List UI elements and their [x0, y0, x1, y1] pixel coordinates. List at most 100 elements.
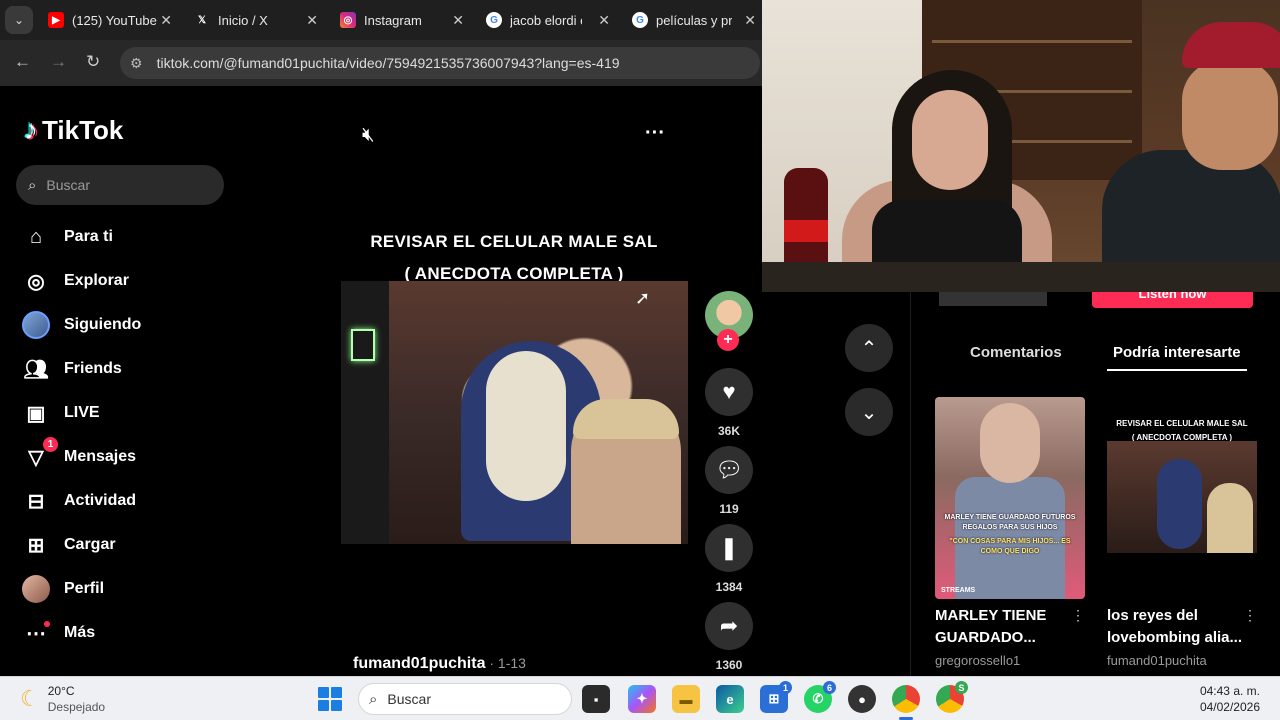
webcam-overlay	[762, 0, 1280, 292]
heart-icon[interactable]: ♥	[705, 368, 753, 416]
compass-icon: ◎	[27, 270, 45, 293]
close-tab-icon[interactable]: ✕	[744, 12, 756, 29]
weather-widget[interactable]: ☾ 20°C Despejado	[20, 683, 105, 715]
windows-taskbar: ☾ 20°C Despejado ⌕ ▪ ✦ ▬ e ⊞1 ✆6 ● S 04:…	[0, 676, 1280, 720]
messages-icon: ▽ 1	[22, 437, 58, 471]
tab-instagram[interactable]: ◎ Instagram ✕	[340, 6, 464, 34]
card-title[interactable]: MARLEY TIENE GUARDADO...	[935, 605, 1073, 649]
save-action[interactable]: ❚ 1384	[705, 524, 753, 594]
bookmark-icon[interactable]: ❚	[705, 524, 753, 572]
tab-x[interactable]: 𝕏 Inicio / X ✕	[194, 6, 318, 34]
tiktok-search-box[interactable]: ⌕	[16, 165, 224, 205]
following-avatar-icon	[22, 311, 50, 339]
mute-icon[interactable]: 🔇︎	[362, 124, 375, 147]
video-author[interactable]: fumand01puchita · 1-13	[353, 655, 526, 673]
follow-plus-icon[interactable]: +	[717, 329, 739, 351]
youtube-icon: ▶	[48, 12, 64, 28]
edge-icon[interactable]: e	[716, 685, 744, 713]
card-title[interactable]: los reyes del lovebombing alia...	[1107, 605, 1245, 649]
close-tab-icon[interactable]: ✕	[598, 12, 610, 29]
upload-icon: ⊞	[27, 534, 45, 557]
nav-perfil[interactable]: Perfil	[22, 574, 104, 604]
tab-google-peliculas[interactable]: G películas y pro ✕	[632, 6, 756, 34]
google-icon: G	[486, 12, 502, 28]
like-action[interactable]: ♥ 36K	[705, 368, 753, 438]
tab-search-menu-button[interactable]: ⌄	[5, 6, 33, 34]
windows-start-icon[interactable]	[318, 687, 342, 711]
back-arrow-icon[interactable]: ←	[14, 52, 31, 72]
chevron-up-icon: ⌃	[860, 337, 878, 360]
save-count: 1384	[715, 580, 743, 594]
file-explorer-icon[interactable]: ▬	[672, 685, 700, 713]
chrome-profile-icon[interactable]: S	[936, 681, 968, 713]
share-icon[interactable]: ➦	[705, 602, 753, 650]
url-field[interactable]: ⚙ tiktok.com/@fumand01puchita/video/7594…	[120, 47, 760, 79]
music-strip	[939, 292, 1047, 306]
close-tab-icon[interactable]: ✕	[306, 12, 318, 29]
google-icon: G	[632, 12, 648, 28]
nav-para-ti[interactable]: ⌂ Para ti	[22, 222, 113, 252]
suggested-video-card[interactable]: REVISAR EL CELULAR MALE SAL ( ANECDOTA C…	[1107, 397, 1257, 668]
url-text: tiktok.com/@fumand01puchita/video/759492…	[156, 55, 620, 71]
nav-explorar[interactable]: ◎ Explorar	[22, 266, 129, 296]
nav-friends[interactable]: 👥︎ Friends	[22, 354, 122, 384]
x-icon: 𝕏	[197, 14, 207, 26]
comment-count: 119	[719, 502, 739, 516]
profile-avatar-icon	[22, 575, 50, 603]
tab-google-jacob[interactable]: G jacob elordi e ✕	[486, 6, 610, 34]
screen: ⌄ ▶ (125) YouTube ✕ 𝕏 Inicio / X ✕ ◎ Ins…	[0, 0, 1280, 720]
card-username[interactable]: fumand01puchita	[1107, 653, 1257, 668]
tab-podria-interesarte[interactable]: Podría interesarte	[1113, 344, 1241, 361]
obs-icon[interactable]: ●	[848, 685, 876, 713]
comment-action[interactable]: 💬︎ 119	[705, 446, 753, 516]
video-thumbnail[interactable]: MARLEY TIENE GUARDADO FUTUROS REGALOS PA…	[935, 397, 1085, 599]
instagram-icon: ◎	[340, 12, 356, 28]
card-username[interactable]: gregorossello1	[935, 653, 1085, 668]
system-clock[interactable]: 04:43 a. m. 04/02/2026	[1200, 683, 1260, 715]
nav-siguiendo[interactable]: Siguiendo	[22, 310, 141, 340]
site-info-icon[interactable]: ⚙	[130, 55, 143, 72]
chrome-icon[interactable]	[892, 685, 920, 713]
comment-icon[interactable]: 💬︎	[705, 446, 753, 494]
browser-address-bar: ← → ↻ ⚙ tiktok.com/@fumand01puchita/vide…	[0, 40, 762, 86]
kebab-menu-icon[interactable]: ⋮	[1071, 607, 1085, 624]
live-icon: ▣	[26, 402, 46, 425]
kebab-menu-icon[interactable]: ⋮	[1243, 607, 1257, 624]
chevron-down-icon: ⌄	[860, 401, 878, 424]
browser-tab-bar: ⌄ ▶ (125) YouTube ✕ 𝕏 Inicio / X ✕ ◎ Ins…	[0, 0, 762, 40]
video-thumbnail[interactable]: REVISAR EL CELULAR MALE SAL ( ANECDOTA C…	[1107, 397, 1257, 599]
task-view-icon[interactable]: ▪	[582, 685, 610, 713]
nav-live[interactable]: ▣ LIVE	[22, 398, 100, 428]
copilot-icon[interactable]: ✦	[628, 685, 656, 713]
close-tab-icon[interactable]: ✕	[452, 12, 464, 29]
tab-youtube[interactable]: ▶ (125) YouTube ✕	[48, 6, 172, 34]
store-icon[interactable]: ⊞ 1	[760, 681, 792, 713]
tab-comentarios[interactable]: Comentarios	[970, 344, 1062, 361]
previous-video-button[interactable]: ⌃	[845, 324, 893, 372]
more-options-icon[interactable]: ···	[645, 122, 665, 145]
tiktok-search-input[interactable]	[46, 177, 197, 193]
close-tab-icon[interactable]: ✕	[160, 12, 172, 29]
next-video-button[interactable]: ⌄	[845, 388, 893, 436]
nav-mensajes[interactable]: ▽ 1 Mensajes	[22, 437, 136, 472]
suggested-video-card[interactable]: MARLEY TIENE GUARDADO FUTUROS REGALOS PA…	[935, 397, 1085, 668]
messages-badge: 1	[43, 437, 58, 452]
forward-arrow-icon[interactable]: →	[50, 52, 67, 72]
activity-icon: ⊟	[27, 490, 45, 513]
reload-icon[interactable]: ↻	[86, 52, 100, 72]
taskbar-search-input[interactable]	[387, 691, 508, 707]
tiktok-logo[interactable]: ♪ TikTok	[24, 114, 123, 146]
home-icon: ⌂	[29, 225, 43, 248]
share-action[interactable]: ➦ 1360	[705, 602, 753, 672]
taskbar-search[interactable]: ⌕	[358, 683, 572, 715]
nav-cargar[interactable]: ⊞ Cargar	[22, 530, 116, 560]
video-player[interactable]	[341, 281, 688, 544]
nav-mas[interactable]: ⋯ Más	[22, 618, 95, 648]
whatsapp-icon[interactable]: ✆ 6	[804, 681, 836, 713]
mouse-cursor-icon: ➚	[635, 288, 651, 308]
friends-icon: 👥︎	[23, 358, 49, 381]
active-tab-underline	[1107, 369, 1247, 371]
search-icon: ⌕	[28, 176, 37, 194]
nav-actividad[interactable]: ⊟ Actividad	[22, 486, 136, 516]
like-count: 36K	[717, 424, 740, 438]
